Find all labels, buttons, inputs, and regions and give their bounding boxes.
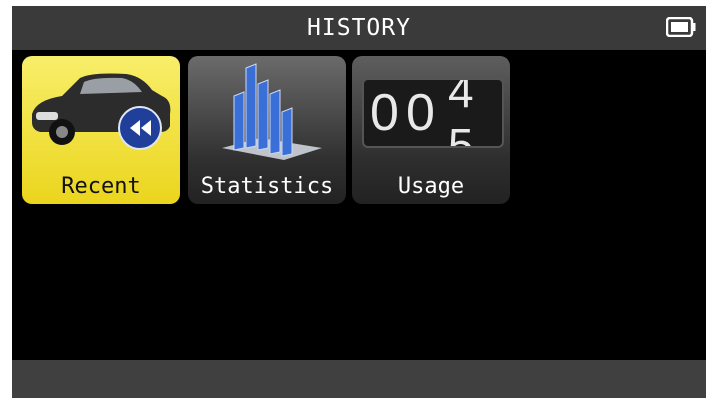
odometer-digit: 0 [406,84,435,142]
page-title: HISTORY [307,15,411,41]
odometer-digit: 5 [448,119,474,148]
bar-chart-icon [222,63,322,160]
title-bar: HISTORY [12,6,706,50]
menu-item-label: Statistics [200,174,334,199]
menu-item-label: Recent [61,174,141,199]
status-bar [12,360,706,398]
menu-item-label: Usage [397,174,465,199]
odometer-digit: 0 [370,84,399,142]
menu-item-statistics[interactable]: Statistics [188,56,346,204]
car-rewind-icon [32,73,171,150]
menu-item-usage[interactable]: 0 0 4 5 Usage [352,56,510,204]
odometer-digit: 4 [448,78,474,117]
odometer-icon: 0 0 4 5 [362,78,504,148]
battery-full-icon [666,17,696,37]
menu-item-recent[interactable]: Recent [22,56,180,204]
device-screen: HISTORY Recent Statistics 0 0 4 5 Usage [12,6,706,398]
